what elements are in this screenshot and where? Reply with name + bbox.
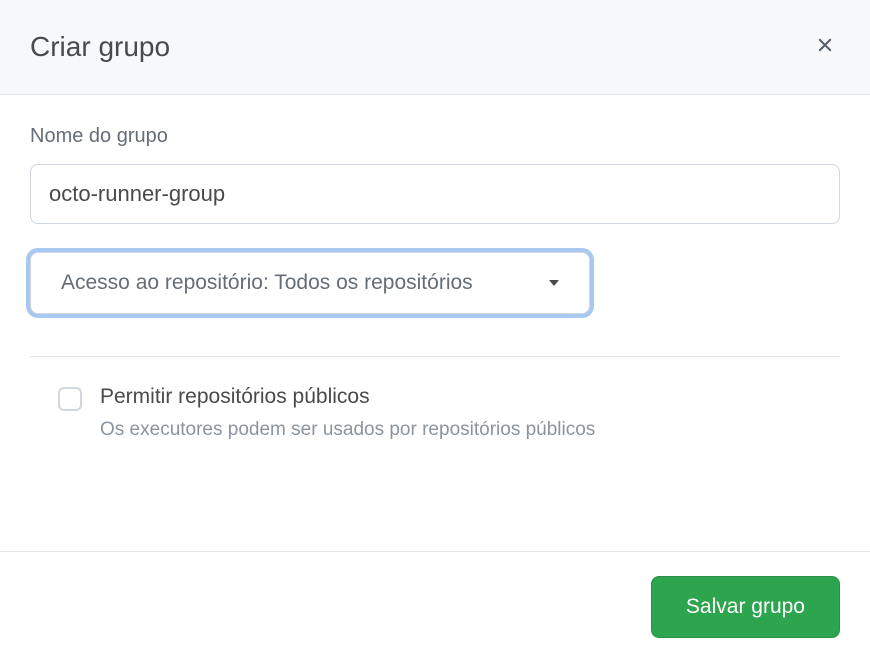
repo-access-label: Acesso ao repositório: Todos os repositó… (61, 271, 473, 295)
allow-public-row: Permitir repositórios públicos Os execut… (30, 385, 840, 441)
modal-title: Criar grupo (30, 31, 170, 63)
allow-public-checkbox[interactable] (58, 387, 82, 411)
modal-body: Nome do grupo Acesso ao repositório: Tod… (0, 95, 870, 551)
modal-header: Criar grupo (0, 0, 870, 95)
repo-access-dropdown[interactable]: Acesso ao repositório: Todos os repositó… (30, 252, 590, 314)
save-group-button[interactable]: Salvar grupo (651, 576, 840, 638)
allow-public-label: Permitir repositórios públicos (100, 385, 595, 409)
allow-public-desc: Os executores podem ser usados por repos… (100, 419, 595, 441)
close-icon[interactable] (810, 30, 840, 64)
modal-footer: Salvar grupo (0, 551, 870, 662)
divider (30, 356, 840, 357)
create-group-modal: Criar grupo Nome do grupo Acesso ao repo… (0, 0, 870, 662)
allow-public-content: Permitir repositórios públicos Os execut… (100, 385, 595, 441)
chevron-down-icon (549, 280, 559, 286)
group-name-input[interactable] (30, 164, 840, 224)
group-name-label: Nome do grupo (30, 125, 840, 148)
